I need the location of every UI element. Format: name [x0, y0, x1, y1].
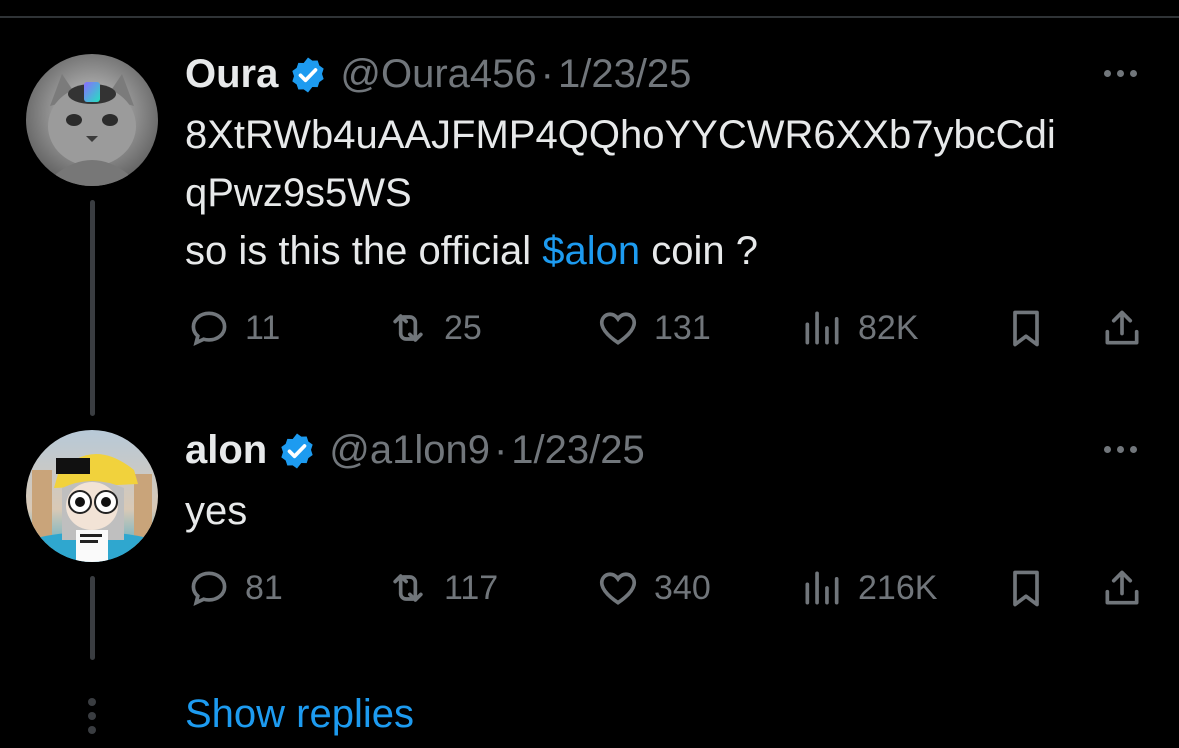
- share-button[interactable]: [1100, 306, 1144, 355]
- views-button[interactable]: 82K: [800, 306, 919, 350]
- user-handle[interactable]: @a1lon9: [329, 428, 490, 473]
- reply-icon: [191, 311, 227, 346]
- repost-count: 25: [444, 308, 482, 347]
- more-icon[interactable]: [1104, 446, 1137, 453]
- views-count: 82K: [858, 308, 919, 347]
- tweet-text-line: qPwz9s5WS: [185, 171, 412, 215]
- like-count: 340: [654, 568, 711, 607]
- body-suffix: coin ?: [640, 229, 758, 273]
- repost-icon: [393, 314, 423, 342]
- tweet-text-body: so is this the official $alon coin ?: [185, 224, 758, 278]
- verified-badge-icon: [281, 433, 313, 468]
- share-icon: [1105, 310, 1139, 345]
- cashtag-link[interactable]: $alon: [542, 229, 640, 273]
- bookmark-button[interactable]: [1004, 566, 1048, 615]
- thread-page: Oura @Oura456 · 1/23/25 8XtRWb4uAAJFMP4Q…: [0, 0, 1179, 748]
- reply-button[interactable]: 11: [187, 306, 280, 350]
- display-name[interactable]: Oura: [185, 52, 278, 97]
- post-date[interactable]: 1/23/25: [511, 428, 644, 473]
- avatar[interactable]: [26, 430, 158, 562]
- tweet-text-body: yes: [185, 489, 248, 533]
- like-button[interactable]: 340: [596, 566, 711, 610]
- repost-button[interactable]: 25: [386, 306, 482, 350]
- like-count: 131: [654, 308, 711, 347]
- tweet-header: Oura @Oura456 · 1/23/25: [185, 52, 691, 97]
- views-button[interactable]: 216K: [800, 566, 937, 610]
- post-date[interactable]: 1/23/25: [558, 52, 691, 97]
- reply-count: 11: [245, 308, 281, 347]
- repost-button[interactable]: 117: [386, 566, 498, 610]
- views-icon: [805, 311, 839, 345]
- reply-count: 81: [245, 568, 283, 607]
- tweet-text-line: 8XtRWb4uAAJFMP4QQhoYYCWR6XXb7ybcCdi: [185, 113, 1056, 157]
- repost-icon: [393, 574, 423, 602]
- tweet-header: alon @a1lon9 · 1/23/25: [185, 428, 645, 473]
- user-handle[interactable]: @Oura456: [340, 52, 536, 97]
- separator: ·: [493, 428, 508, 472]
- like-button[interactable]: 131: [596, 306, 711, 350]
- like-icon: [599, 572, 637, 605]
- show-replies-link[interactable]: Show replies: [185, 692, 414, 737]
- separator: ·: [540, 52, 554, 96]
- bookmark-icon: [1013, 310, 1039, 347]
- reply-icon: [191, 571, 227, 606]
- views-icon: [805, 571, 839, 605]
- thread-line: [90, 576, 95, 660]
- reply-button[interactable]: 81: [187, 566, 283, 610]
- views-count: 216K: [858, 568, 938, 607]
- divider: [0, 16, 1179, 18]
- share-icon: [1105, 570, 1139, 605]
- repost-count: 117: [444, 568, 499, 607]
- like-icon: [599, 312, 637, 345]
- body-prefix: so is this the official: [185, 229, 543, 273]
- bookmark-button[interactable]: [1004, 306, 1048, 355]
- verified-badge-icon: [292, 57, 325, 92]
- thread-line: [90, 200, 95, 416]
- display-name[interactable]: alon: [185, 428, 267, 473]
- bookmark-icon: [1013, 570, 1039, 607]
- share-button[interactable]: [1100, 566, 1144, 615]
- more-icon[interactable]: [1104, 70, 1137, 77]
- avatar[interactable]: [26, 54, 158, 186]
- thread-dots-icon: [88, 698, 96, 734]
